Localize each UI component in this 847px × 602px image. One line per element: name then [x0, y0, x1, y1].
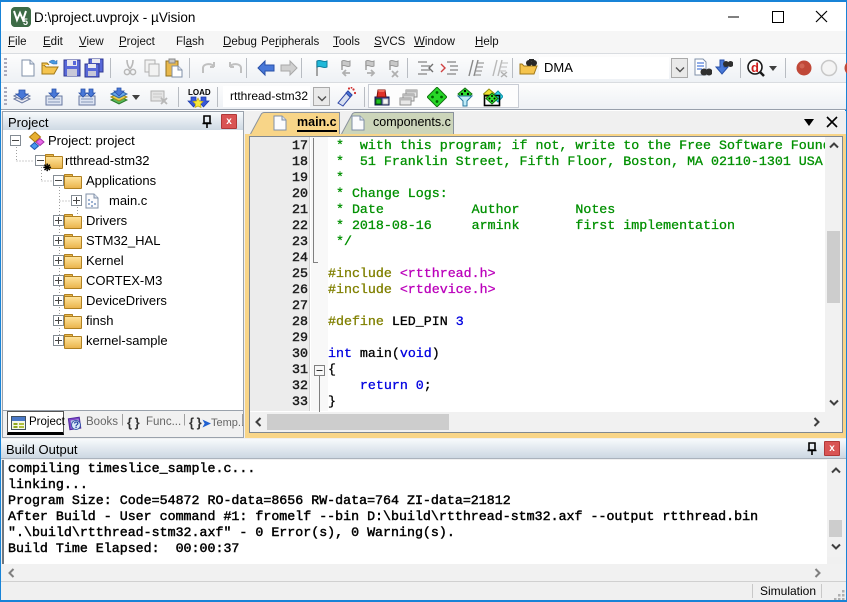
svg-text:d: d	[751, 60, 759, 75]
svg-text:?: ?	[74, 420, 80, 430]
svg-text:5: 5	[23, 17, 28, 27]
svg-text:LOAD: LOAD	[188, 88, 211, 97]
